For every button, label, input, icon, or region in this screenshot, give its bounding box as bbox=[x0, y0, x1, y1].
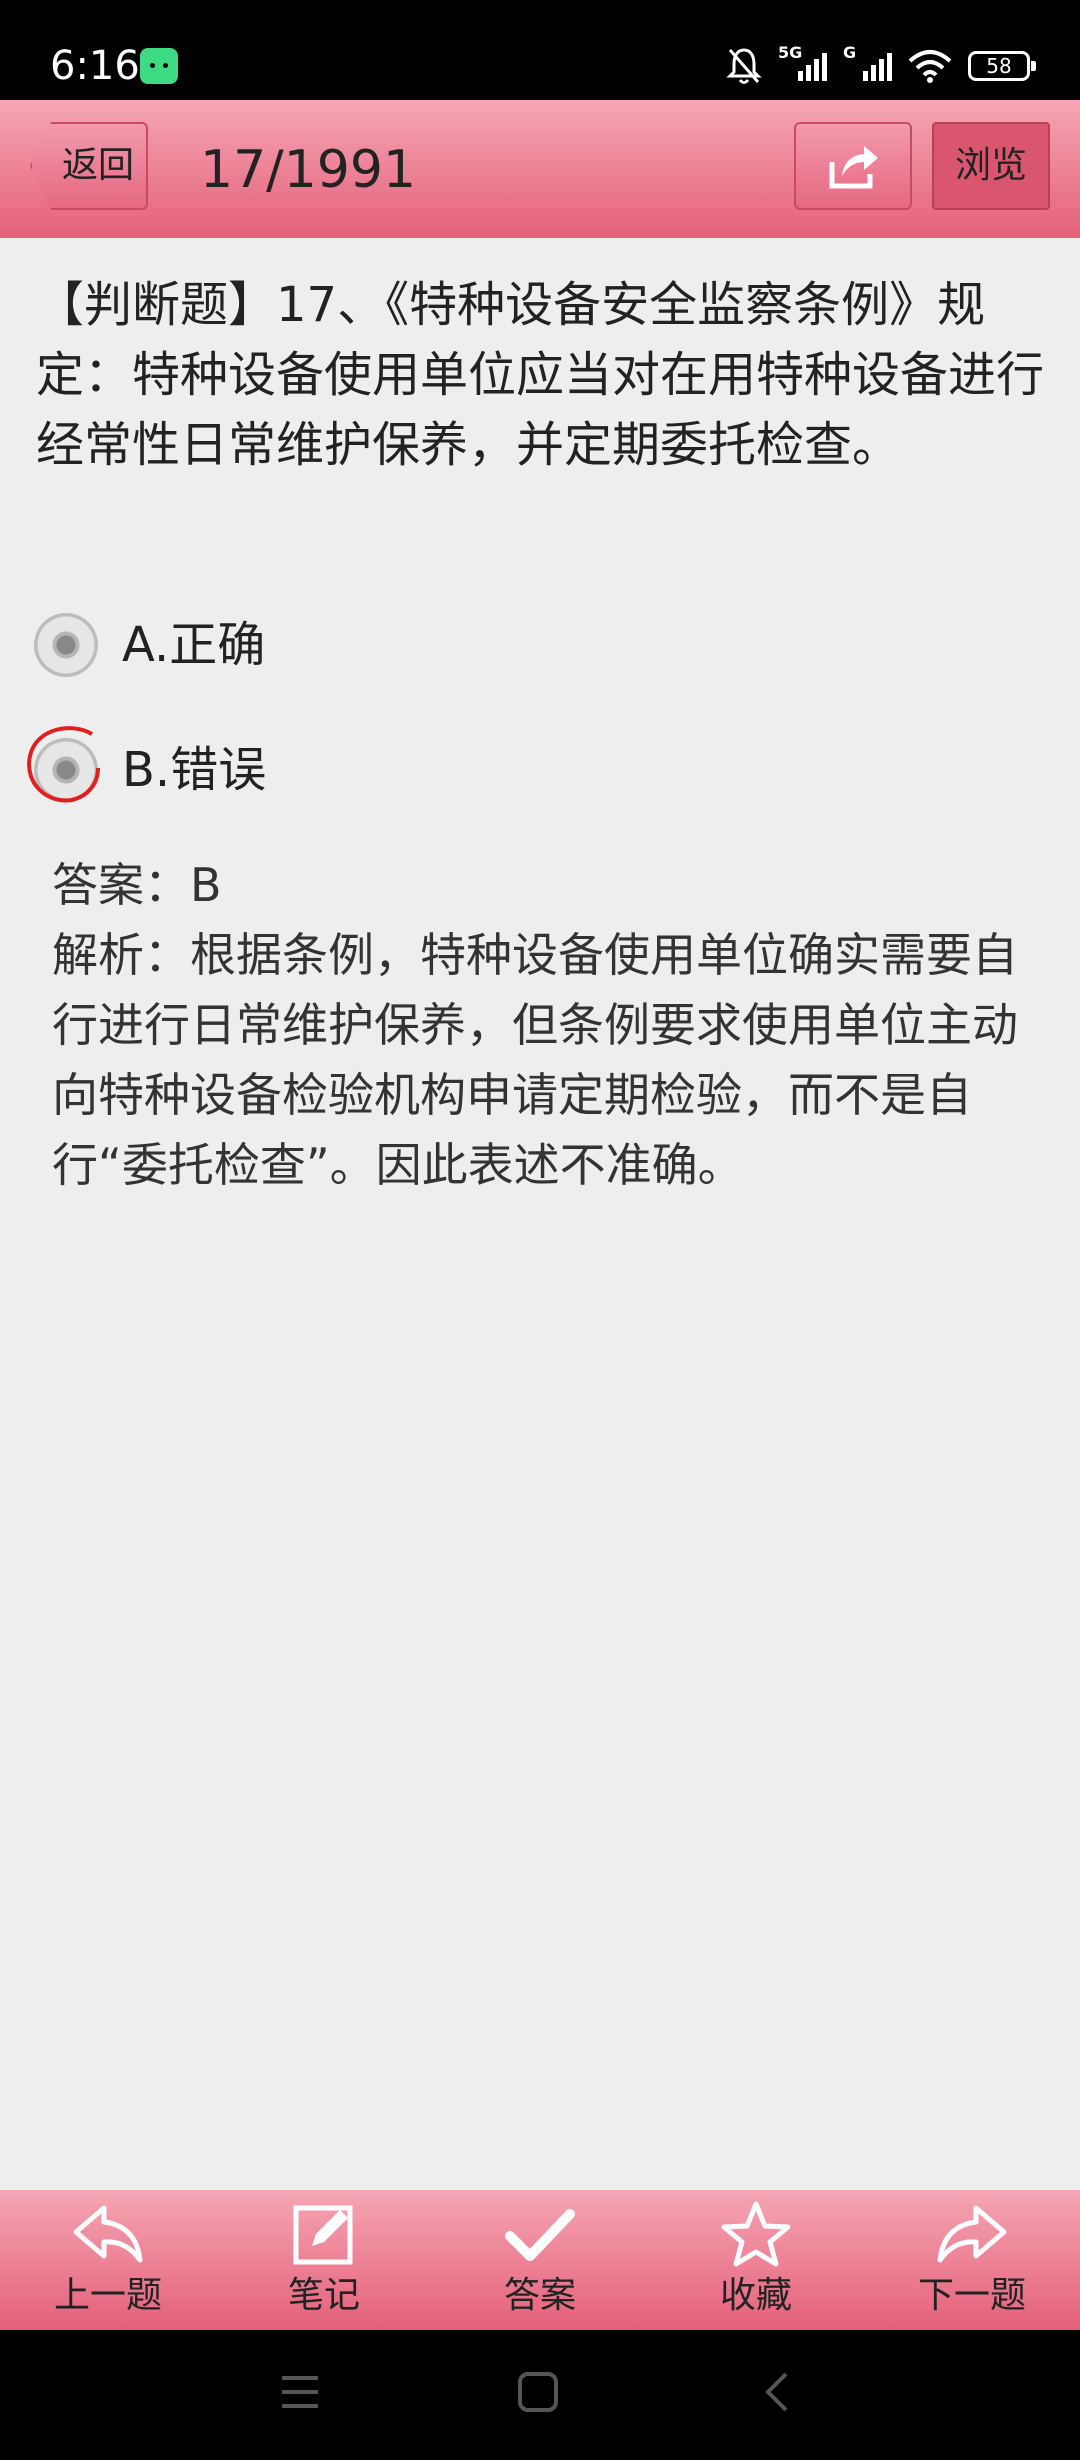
signal-g-icon: G bbox=[843, 43, 892, 81]
option-label: A.正确 bbox=[122, 617, 266, 673]
note-edit-icon bbox=[293, 2205, 353, 2265]
answer-section: 答案：B 解析：根据条例，特种设备使用单位确实需要自行进行日常维护保养，但条例要… bbox=[52, 850, 1042, 1200]
status-bar: 6:16 5G G 58 bbox=[0, 0, 1080, 100]
option-b[interactable]: B.错误 bbox=[27, 726, 928, 810]
header-bar: 返回 17/1991 浏览 bbox=[0, 100, 1080, 238]
browse-button[interactable]: 浏览 bbox=[932, 122, 1050, 210]
share-button[interactable] bbox=[794, 122, 912, 210]
question-text: 【判断题】17、《特种设备安全监察条例》规定：特种设备使用单位应当对在用特种设备… bbox=[36, 277, 1045, 473]
signal-5g-icon: 5G bbox=[778, 43, 827, 81]
back-nav-icon[interactable] bbox=[756, 2370, 800, 2414]
radio-button-icon[interactable] bbox=[34, 613, 98, 677]
next-question-button[interactable]: 下一题 bbox=[864, 2190, 1080, 2330]
battery-icon: 58 bbox=[968, 51, 1036, 81]
home-icon[interactable] bbox=[516, 2370, 560, 2414]
status-icons: 5G G 58 bbox=[726, 43, 1036, 88]
selected-circle-mark-icon bbox=[27, 726, 100, 803]
back-arrow-icon bbox=[73, 2205, 143, 2263]
menu-icon[interactable] bbox=[278, 2370, 322, 2414]
status-time: 6:16 bbox=[50, 43, 140, 89]
favorite-button[interactable]: 收藏 bbox=[648, 2190, 864, 2330]
checkmark-icon bbox=[505, 2209, 575, 2261]
bottom-nav-bar: 上一题 笔记 答案 收藏 下一题 bbox=[0, 2190, 1080, 2330]
analysis-text: 解析：根据条例，特种设备使用单位确实需要自行进行日常维护保养，但条例要求使用单位… bbox=[52, 928, 1018, 1192]
answer-line: 答案：B bbox=[52, 858, 222, 912]
share-icon bbox=[829, 146, 878, 189]
option-label: B.错误 bbox=[122, 742, 267, 798]
android-notification-icon bbox=[140, 48, 178, 84]
star-icon bbox=[721, 2201, 791, 2267]
notes-button[interactable]: 笔记 bbox=[216, 2190, 432, 2330]
prev-question-button[interactable]: 上一题 bbox=[0, 2190, 216, 2330]
question-counter: 17/1991 bbox=[200, 140, 417, 200]
back-button[interactable]: 返回 bbox=[30, 122, 148, 210]
forward-arrow-icon bbox=[937, 2205, 1007, 2263]
mute-bell-icon bbox=[726, 48, 762, 84]
option-a[interactable]: A.正确 bbox=[28, 605, 928, 685]
system-nav-bar bbox=[0, 2330, 1080, 2460]
wifi-icon bbox=[908, 50, 952, 83]
show-answer-button[interactable]: 答案 bbox=[432, 2190, 648, 2330]
